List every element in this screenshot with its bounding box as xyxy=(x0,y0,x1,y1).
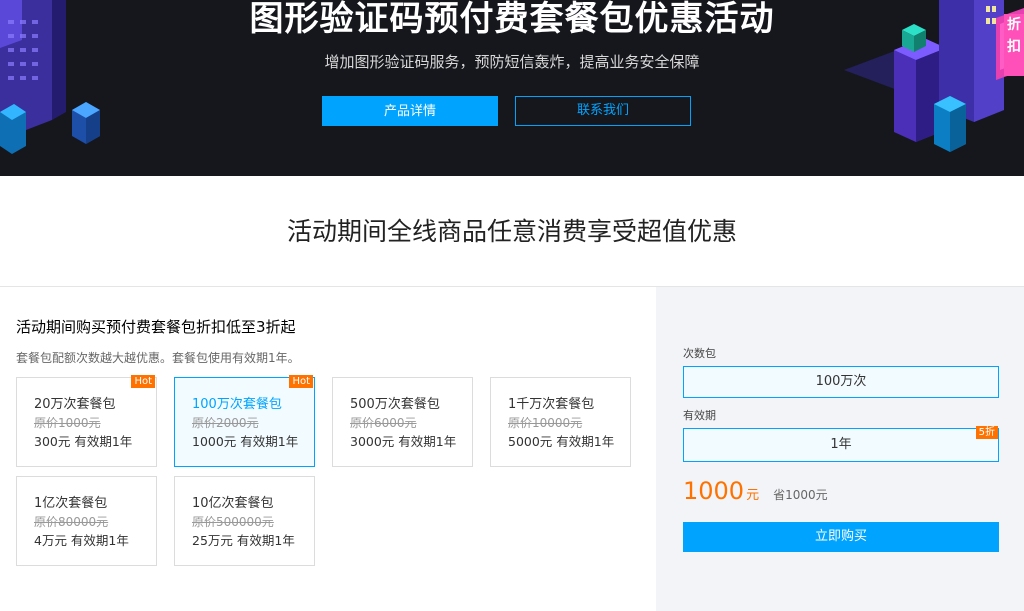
buy-now-button[interactable]: 立即购买 xyxy=(683,522,999,552)
package-price: 3000元 有效期1年 xyxy=(350,434,457,449)
hero-banner: 折扣 图形验证码预付费套餐包优惠活动 增加图形验证码服务，预防短信轰炸，提高业务… xyxy=(0,0,1024,176)
package-name: 100万次套餐包 xyxy=(192,397,282,412)
package-original-price: 原价6000元 xyxy=(350,416,417,430)
package-name: 1亿次套餐包 xyxy=(34,496,108,511)
package-card-1yi[interactable]: 1亿次套餐包 原价80000元 4万元 有效期1年 xyxy=(16,476,157,566)
package-original-price: 原价10000元 xyxy=(508,416,583,430)
package-name: 500万次套餐包 xyxy=(350,397,440,412)
period-label: 有效期 xyxy=(683,409,716,422)
package-original-price: 原价80000元 xyxy=(34,515,109,529)
saving-text: 省1000元 xyxy=(773,488,828,502)
total-price: 1000 xyxy=(683,477,745,505)
hero-subtitle: 增加图形验证码服务，预防短信轰炸，提高业务安全保障 xyxy=(324,53,700,71)
hot-badge: Hot xyxy=(289,375,313,388)
hot-badge: Hot xyxy=(131,375,155,388)
price-summary: 1000 元省1000元 xyxy=(683,477,828,510)
section-heading: 活动期间全线商品任意消费享受超值优惠 xyxy=(286,217,737,246)
period-select-value: 1年 xyxy=(830,437,852,452)
package-name: 20万次套餐包 xyxy=(34,397,116,412)
package-card-500w[interactable]: 500万次套餐包 原价6000元 3000元 有效期1年 xyxy=(332,377,473,467)
hero-title: 图形验证码预付费套餐包优惠活动 xyxy=(249,0,775,39)
package-card-20w[interactable]: Hot 20万次套餐包 原价1000元 300元 有效期1年 xyxy=(16,375,157,467)
offer-title: 活动期间购买预付费套餐包折扣低至3折起 xyxy=(16,318,296,336)
offer-description: 套餐包配额次数越大越优惠。套餐包使用有效期1年。 xyxy=(16,351,300,365)
package-card-10yi[interactable]: 10亿次套餐包 原价500000元 25万元 有效期1年 xyxy=(174,476,315,566)
count-select-value: 100万次 xyxy=(815,374,867,389)
count-select[interactable]: 100万次 xyxy=(683,366,999,398)
product-details-button[interactable]: 产品详情 xyxy=(322,96,498,126)
package-name: 10亿次套餐包 xyxy=(192,496,274,511)
package-original-price: 原价500000元 xyxy=(192,515,274,529)
package-card-1000w[interactable]: 1千万次套餐包 原价10000元 5000元 有效期1年 xyxy=(490,377,631,467)
discount-tag: 5折 xyxy=(975,426,998,439)
order-panel: 次数包 100万次 有效期 5折 1年 1000 元省1000元 立即购买 xyxy=(656,287,1024,611)
offer-panel: 活动期间购买预付费套餐包折扣低至3折起 套餐包配额次数越大越优惠。套餐包使用有效… xyxy=(0,287,656,611)
package-name: 1千万次套餐包 xyxy=(508,397,595,412)
package-price: 4万元 有效期1年 xyxy=(34,533,129,548)
period-select[interactable]: 5折 1年 xyxy=(683,426,999,462)
package-price: 300元 有效期1年 xyxy=(34,434,133,449)
count-label: 次数包 xyxy=(683,347,716,360)
package-price: 25万元 有效期1年 xyxy=(192,533,295,548)
package-price: 1000元 有效期1年 xyxy=(192,434,299,449)
package-card-100w[interactable]: Hot 100万次套餐包 原价2000元 1000元 有效期1年 xyxy=(174,375,315,467)
contact-us-button[interactable]: 联系我们 xyxy=(515,96,691,126)
package-original-price: 原价2000元 xyxy=(192,416,259,430)
package-price: 5000元 有效期1年 xyxy=(508,434,615,449)
price-unit: 元 xyxy=(746,488,760,503)
package-original-price: 原价1000元 xyxy=(34,416,101,430)
